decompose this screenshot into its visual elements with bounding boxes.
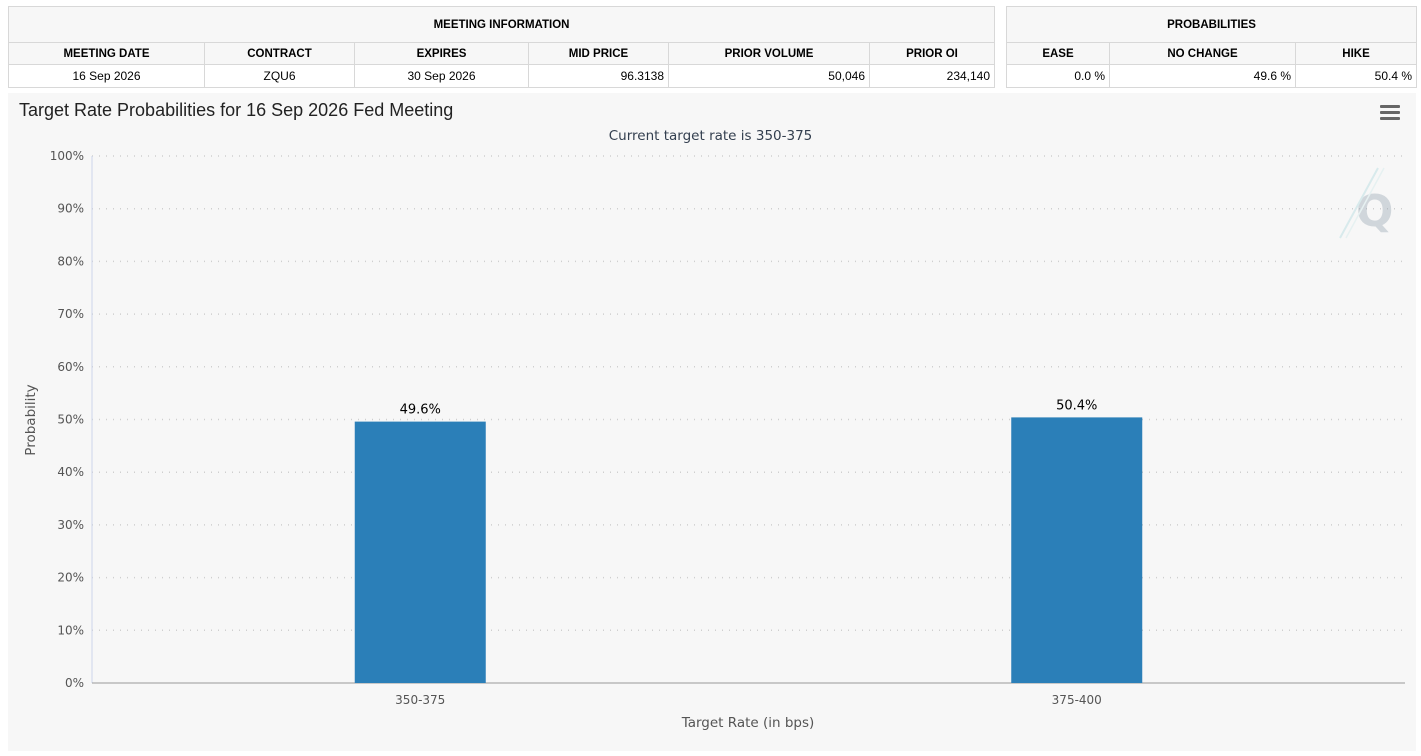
bar[interactable] (354, 421, 486, 683)
q-logo-icon: Q (1339, 167, 1393, 239)
y-axis-title: Probability (23, 384, 39, 455)
bar-data-label: 49.6% (400, 403, 441, 418)
bar-data-label: 50.4% (1056, 398, 1097, 413)
y-tick-label: 70% (57, 307, 84, 321)
y-tick-label: 10% (57, 623, 84, 637)
y-tick-labels: 0% 10% 20% 30% 40% 50% 60% 70% 80% 90% 100% (50, 149, 84, 690)
data-labels: 49.6% 50.4% (400, 398, 1098, 417)
bar[interactable] (1011, 417, 1143, 683)
y-tick-label: 30% (57, 518, 84, 532)
svg-text:Q: Q (1356, 186, 1393, 237)
y-tick-label: 20% (57, 571, 84, 585)
y-tick-label: 0% (65, 676, 84, 690)
y-tick-label: 50% (57, 413, 84, 427)
y-tick-label: 100% (50, 149, 84, 163)
x-axis-title: Target Rate (in bps) (681, 715, 815, 731)
bar-chart: Q 0% 10% 20% 30% 40% 50% 60% 70% 80% 90% 100% 49.6… (23, 149, 1405, 731)
x-tick-labels: 350-375 375-400 (395, 693, 1102, 707)
gridlines (92, 155, 1405, 632)
y-tick-label: 40% (57, 465, 84, 479)
y-tick-label: 80% (57, 254, 84, 268)
x-tick-label: 375-400 (1052, 693, 1102, 707)
y-tick-label: 60% (57, 360, 84, 374)
y-tick-label: 90% (57, 202, 84, 216)
x-tick-label: 350-375 (395, 693, 445, 707)
bars (354, 417, 1143, 683)
